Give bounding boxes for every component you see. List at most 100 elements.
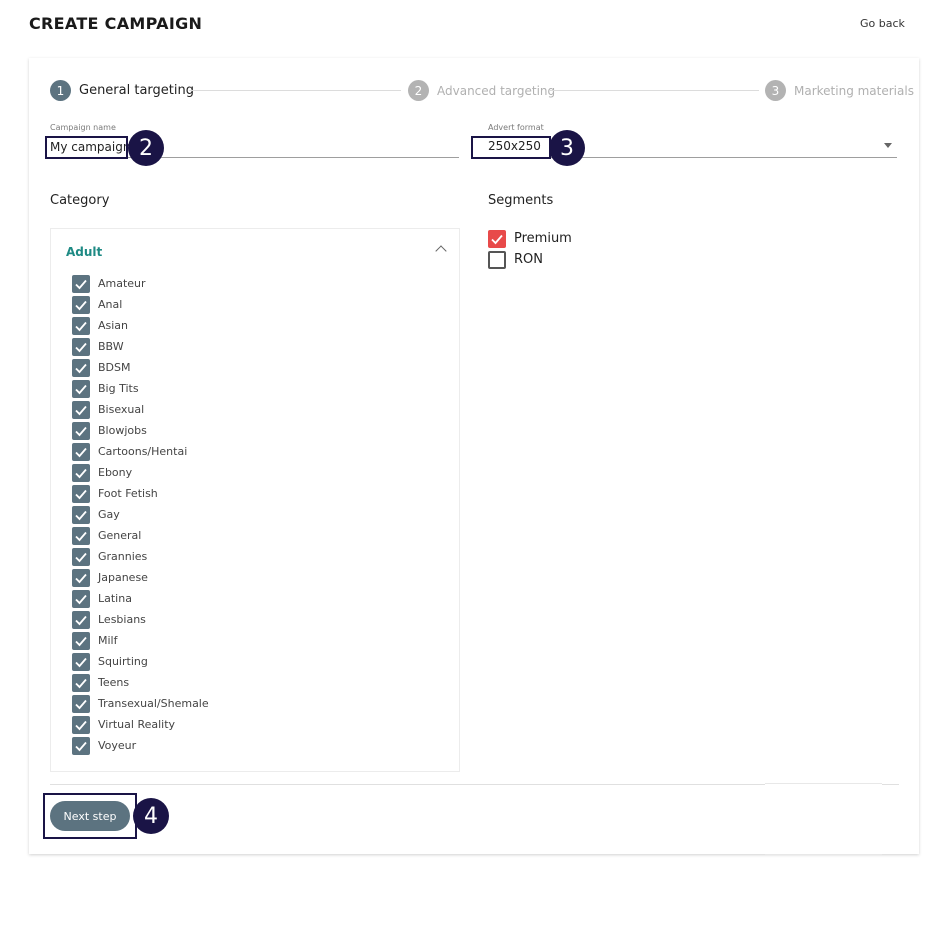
category-item[interactable]: Anal xyxy=(72,294,209,315)
segment-premium[interactable]: Premium xyxy=(488,228,572,249)
category-item-label: Milf xyxy=(98,634,118,647)
checkbox-checked-icon[interactable] xyxy=(72,421,90,440)
category-item[interactable]: Ebony xyxy=(72,462,209,483)
campaign-name-label: Campaign name xyxy=(50,123,116,132)
category-list: Amateur Anal Asian BBW BDSM Big Tits Bisexual B… xyxy=(72,273,209,756)
category-item[interactable]: Squirting xyxy=(72,651,209,672)
category-item-label: Latina xyxy=(98,592,132,605)
category-item-label: Japanese xyxy=(98,571,148,584)
category-item-label: Cartoons/Hentai xyxy=(98,445,188,458)
checkbox-checked-icon[interactable] xyxy=(72,610,90,629)
checkbox-checked-icon[interactable] xyxy=(72,736,90,755)
annotation-badge: 2 xyxy=(128,130,164,166)
segments-list: Premium RON xyxy=(488,228,572,270)
category-item-label: Voyeur xyxy=(98,739,137,752)
checkbox-checked-icon[interactable] xyxy=(72,400,90,419)
category-item-label: Bisexual xyxy=(98,403,145,416)
category-item-label: Lesbians xyxy=(98,613,146,626)
category-item[interactable]: Japanese xyxy=(72,567,209,588)
category-item[interactable]: Transexual/Shemale xyxy=(72,693,209,714)
category-item[interactable]: Foot Fetish xyxy=(72,483,209,504)
category-item-label: Foot Fetish xyxy=(98,487,158,500)
checkbox-checked-icon[interactable] xyxy=(72,505,90,524)
category-item[interactable]: Cartoons/Hentai xyxy=(72,441,209,462)
annotation-box-advert-format xyxy=(471,136,551,159)
category-item[interactable]: Voyeur xyxy=(72,735,209,756)
checkbox-checked-icon[interactable] xyxy=(72,274,90,293)
checkbox-checked-icon[interactable] xyxy=(72,631,90,650)
category-item[interactable]: Lesbians xyxy=(72,609,209,630)
step-marketing-materials[interactable]: 3 Marketing materials xyxy=(765,80,914,101)
category-item-label: BBW xyxy=(98,340,124,353)
category-item-label: Blowjobs xyxy=(98,424,147,437)
category-item-label: Squirting xyxy=(98,655,148,668)
go-back-link[interactable]: Go back xyxy=(860,17,905,30)
category-item[interactable]: Teens xyxy=(72,672,209,693)
checkbox-checked-icon[interactable] xyxy=(72,547,90,566)
segment-ron[interactable]: RON xyxy=(488,249,572,270)
step-number: 2 xyxy=(408,80,429,101)
checkbox-checked-icon[interactable] xyxy=(72,589,90,608)
blank-patch xyxy=(765,783,882,855)
category-item[interactable]: BDSM xyxy=(72,357,209,378)
category-item-label: Amateur xyxy=(98,277,146,290)
checkbox-checked-icon[interactable] xyxy=(72,673,90,692)
annotation-box-next-step xyxy=(43,793,137,839)
annotation-box-campaign-name xyxy=(45,136,128,159)
segment-label: Premium xyxy=(514,231,572,246)
checkbox-unchecked-icon[interactable] xyxy=(488,250,506,269)
category-item[interactable]: Milf xyxy=(72,630,209,651)
step-general-targeting[interactable]: 1 General targeting xyxy=(50,80,194,101)
checkbox-checked-icon[interactable] xyxy=(72,568,90,587)
segments-title: Segments xyxy=(488,193,554,208)
checkbox-checked-icon[interactable] xyxy=(72,316,90,335)
step-number: 3 xyxy=(765,80,786,101)
checkbox-checked-icon[interactable] xyxy=(488,229,506,248)
category-item-label: Asian xyxy=(98,319,129,332)
category-group-title[interactable]: Adult xyxy=(66,245,102,259)
checkbox-checked-icon[interactable] xyxy=(72,442,90,461)
category-item-label: Virtual Reality xyxy=(98,718,176,731)
category-item-label: BDSM xyxy=(98,361,131,374)
checkbox-checked-icon[interactable] xyxy=(72,463,90,482)
step-connector xyxy=(189,90,401,91)
category-item[interactable]: Gay xyxy=(72,504,209,525)
category-item-label: General xyxy=(98,529,142,542)
chevron-up-icon[interactable] xyxy=(435,245,447,257)
category-item-label: Grannies xyxy=(98,550,148,563)
category-title: Category xyxy=(50,193,110,208)
step-label: Marketing materials xyxy=(794,83,914,98)
category-item-label: Ebony xyxy=(98,466,133,479)
category-item[interactable]: Blowjobs xyxy=(72,420,209,441)
category-item[interactable]: BBW xyxy=(72,336,209,357)
category-item[interactable]: Big Tits xyxy=(72,378,209,399)
category-item[interactable]: General xyxy=(72,525,209,546)
advert-format-label: Advert format xyxy=(488,123,544,132)
annotation-badge: 3 xyxy=(549,130,585,166)
annotation-badge: 4 xyxy=(133,798,169,834)
checkbox-checked-icon[interactable] xyxy=(72,379,90,398)
step-label: General targeting xyxy=(79,83,194,98)
checkbox-checked-icon[interactable] xyxy=(72,526,90,545)
category-item-label: Anal xyxy=(98,298,123,311)
category-item[interactable]: Bisexual xyxy=(72,399,209,420)
category-item[interactable]: Asian xyxy=(72,315,209,336)
dropdown-arrow-icon[interactable] xyxy=(884,143,892,148)
checkbox-checked-icon[interactable] xyxy=(72,484,90,503)
page-title: CREATE CAMPAIGN xyxy=(29,14,203,33)
category-item[interactable]: Virtual Reality xyxy=(72,714,209,735)
category-item-label: Big Tits xyxy=(98,382,139,395)
checkbox-checked-icon[interactable] xyxy=(72,358,90,377)
checkbox-checked-icon[interactable] xyxy=(72,337,90,356)
step-connector xyxy=(549,90,759,91)
checkbox-checked-icon[interactable] xyxy=(72,652,90,671)
category-panel: Adult Amateur Anal Asian BBW BDSM Big Tits Bis… xyxy=(50,228,460,772)
category-item[interactable]: Latina xyxy=(72,588,209,609)
category-item-label: Gay xyxy=(98,508,120,521)
checkbox-checked-icon[interactable] xyxy=(72,694,90,713)
category-item[interactable]: Grannies xyxy=(72,546,209,567)
category-item[interactable]: Amateur xyxy=(72,273,209,294)
checkbox-checked-icon[interactable] xyxy=(72,295,90,314)
checkbox-checked-icon[interactable] xyxy=(72,715,90,734)
step-advanced-targeting[interactable]: 2 Advanced targeting xyxy=(408,80,555,101)
